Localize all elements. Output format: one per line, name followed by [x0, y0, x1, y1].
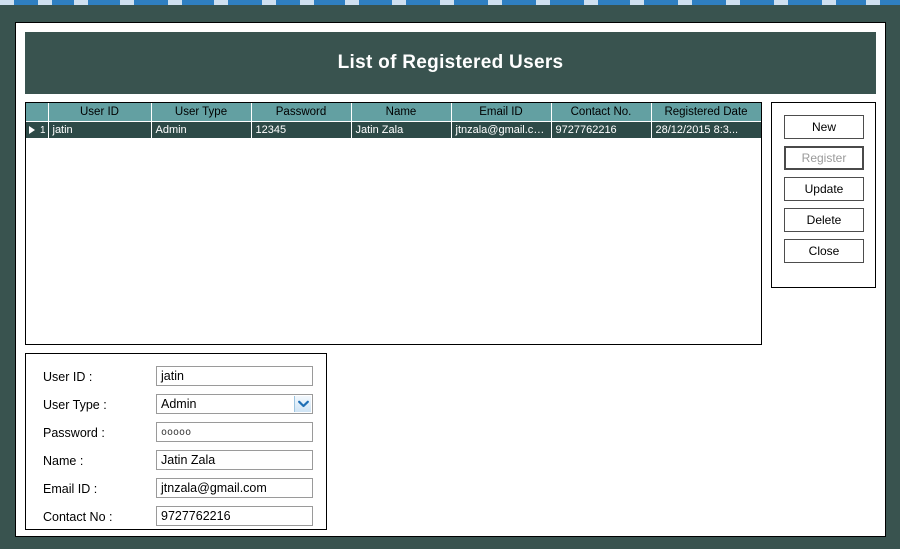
- contact-no-label: Contact No :: [43, 510, 113, 524]
- column-header-name[interactable]: Name: [351, 103, 452, 122]
- page-title: List of Registered Users: [337, 52, 564, 73]
- cell-registered-date[interactable]: 28/12/2015 8:3...: [651, 121, 761, 139]
- table-header-row: User ID User Type Password Name Email ID…: [26, 103, 761, 122]
- cell-contact-no[interactable]: 9727762216: [551, 121, 652, 139]
- users-table: User ID User Type Password Name Email ID…: [26, 103, 761, 139]
- row-selector-cell[interactable]: 1: [26, 121, 49, 139]
- window-client-area: List of Registered Users User ID User Ty…: [15, 22, 886, 537]
- name-label: Name :: [43, 454, 84, 468]
- user-type-label: User Type :: [43, 398, 107, 412]
- user-id-label: User ID :: [43, 370, 93, 384]
- table-row[interactable]: 1 jatin Admin 12345 Jatin Zala jtnzala@g…: [26, 121, 761, 139]
- column-header-registered-date[interactable]: Registered Date: [651, 103, 761, 122]
- email-id-field[interactable]: jtnzala@gmail.com: [156, 478, 313, 498]
- column-header-email-id[interactable]: Email ID: [451, 103, 552, 122]
- form-row-user-type: User Type : Admin: [26, 394, 326, 421]
- cell-email-id[interactable]: jtnzala@gmail.com: [451, 121, 552, 139]
- user-id-field[interactable]: jatin: [156, 366, 313, 386]
- registered-users-grid[interactable]: User ID User Type Password Name Email ID…: [25, 102, 762, 345]
- register-button: Register: [784, 146, 864, 170]
- column-header-password[interactable]: Password: [251, 103, 352, 122]
- contact-no-field[interactable]: 9727762216: [156, 506, 313, 526]
- row-current-caret-icon: [29, 125, 35, 134]
- name-field[interactable]: Jatin Zala: [156, 450, 313, 470]
- column-header-user-type[interactable]: User Type: [151, 103, 252, 122]
- row-number: 1: [39, 124, 46, 136]
- action-button-panel: New Register Update Delete Close: [771, 102, 876, 288]
- form-row-email-id: Email ID : jtnzala@gmail.com: [26, 478, 326, 505]
- cell-user-id[interactable]: jatin: [48, 121, 152, 139]
- form-row-name: Name : Jatin Zala: [26, 450, 326, 477]
- form-row-password: Password : ooooo: [26, 422, 326, 449]
- form-row-contact-no: Contact No : 9727762216: [26, 506, 326, 533]
- cell-name[interactable]: Jatin Zala: [351, 121, 452, 139]
- user-type-selected-value: Admin: [161, 397, 197, 411]
- user-detail-form: User ID : jatin User Type : Admin Passwo…: [25, 353, 327, 530]
- column-header-user-id[interactable]: User ID: [48, 103, 152, 122]
- page-title-banner: List of Registered Users: [25, 32, 876, 94]
- row-selector-header: [26, 103, 49, 122]
- close-button[interactable]: Close: [784, 239, 864, 263]
- email-id-label: Email ID :: [43, 482, 98, 496]
- new-button[interactable]: New: [784, 115, 864, 139]
- update-button[interactable]: Update: [784, 177, 864, 201]
- cell-user-type[interactable]: Admin: [151, 121, 252, 139]
- cell-password[interactable]: 12345: [251, 121, 352, 139]
- password-field[interactable]: ooooo: [156, 422, 313, 442]
- application-window: List of Registered Users User ID User Ty…: [0, 5, 900, 549]
- user-type-select[interactable]: Admin: [156, 394, 313, 414]
- column-header-contact-no[interactable]: Contact No.: [551, 103, 652, 122]
- chevron-down-icon[interactable]: [294, 396, 311, 412]
- password-label: Password :: [43, 426, 105, 440]
- form-row-user-id: User ID : jatin: [26, 366, 326, 393]
- delete-button[interactable]: Delete: [784, 208, 864, 232]
